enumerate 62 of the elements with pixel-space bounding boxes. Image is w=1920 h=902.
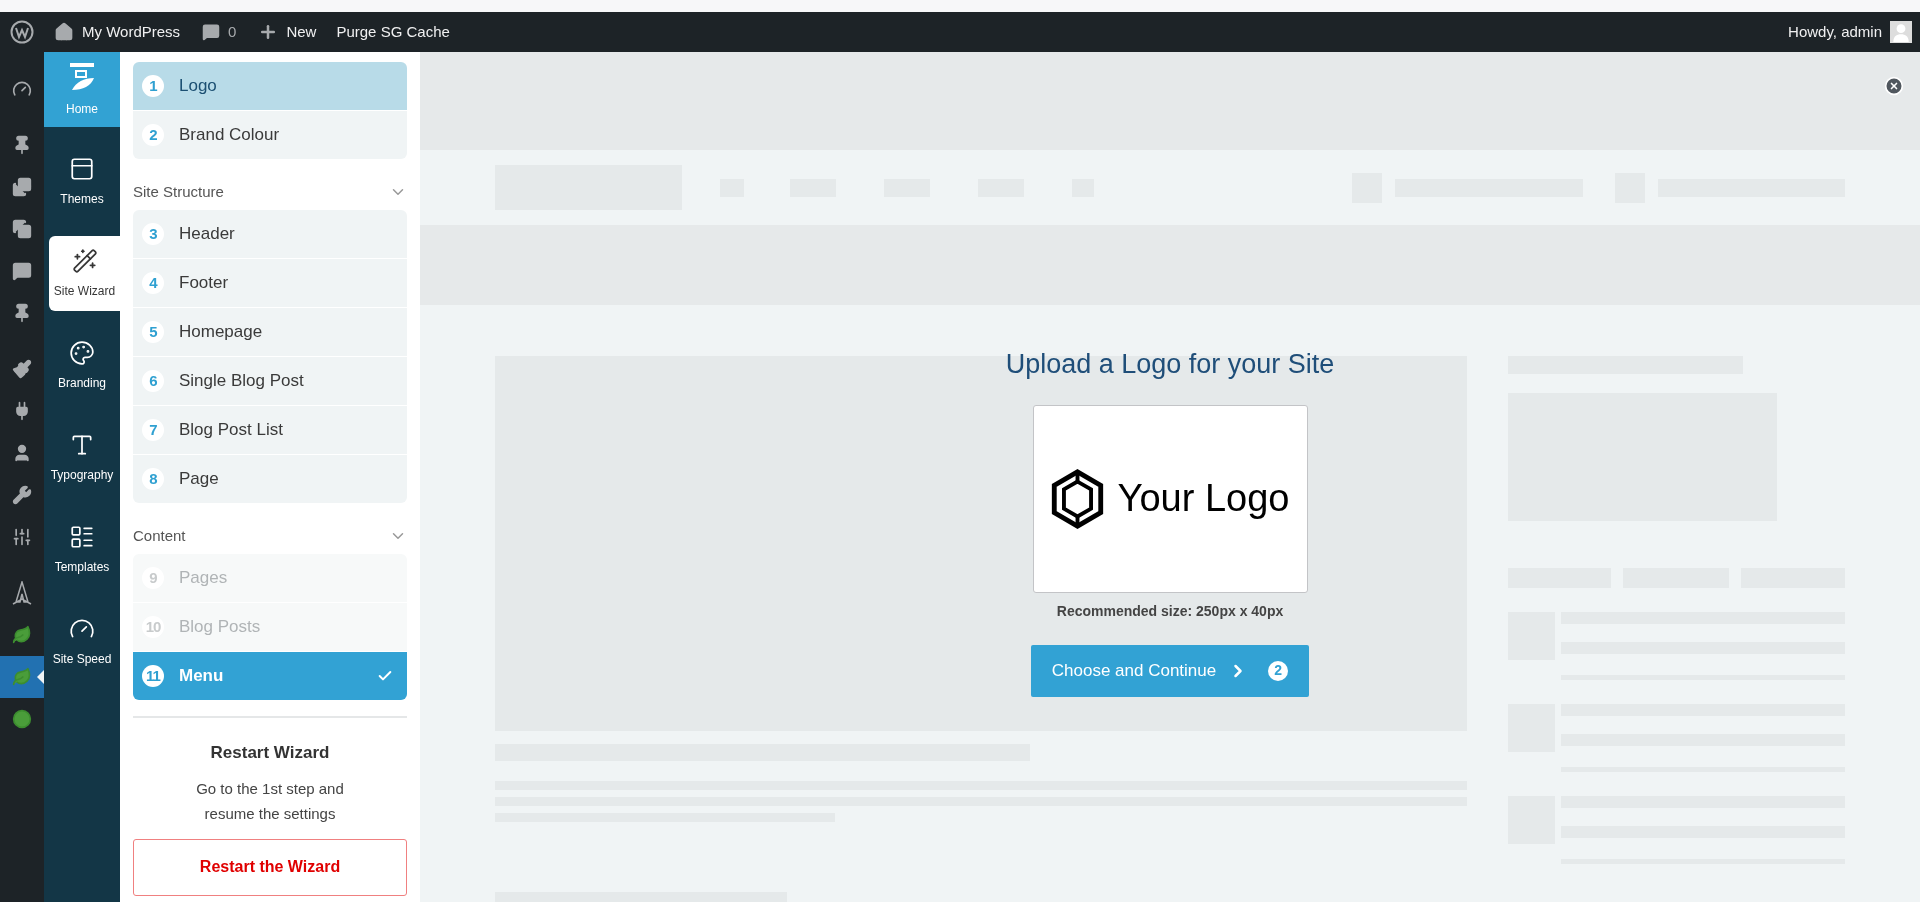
wizard-step[interactable]: 6 Single Blog Post bbox=[133, 357, 407, 405]
wordpress-logo-icon[interactable] bbox=[10, 20, 34, 44]
step-number: 5 bbox=[142, 321, 164, 343]
restart-title: Restart Wizard bbox=[210, 742, 330, 764]
hexagon-logo-icon bbox=[1050, 468, 1104, 529]
wizard-step[interactable]: 2 Brand Colour bbox=[133, 111, 407, 159]
upload-title: Upload a Logo for your Site bbox=[1005, 348, 1335, 381]
avatar-icon bbox=[1890, 21, 1912, 43]
wrench-icon bbox=[12, 485, 32, 505]
step-number: 6 bbox=[142, 370, 164, 392]
tree-icon bbox=[12, 581, 32, 605]
wizard-step[interactable]: 7 Blog Post List bbox=[133, 406, 407, 454]
site-link[interactable]: My WordPress bbox=[54, 20, 181, 44]
size-hint: Recommended size: 250px x 40px bbox=[1056, 601, 1284, 621]
magic-wand-icon bbox=[71, 247, 98, 274]
plugin-nav-item[interactable]: Site Wizard bbox=[49, 236, 120, 311]
wizard-step[interactable]: 3 Header bbox=[133, 210, 407, 258]
admin-menu-item[interactable] bbox=[0, 656, 44, 698]
media-icon bbox=[12, 177, 32, 197]
step-number: 2 bbox=[142, 124, 164, 146]
step-number: 3 bbox=[142, 223, 164, 245]
leaf-icon bbox=[12, 667, 32, 687]
wizard-step[interactable]: 4 Footer bbox=[133, 259, 407, 307]
home-icon bbox=[68, 61, 96, 92]
restart-description: Go to the 1st step and resume the settings bbox=[195, 778, 345, 824]
plugin-nav-item[interactable]: Site Speed bbox=[44, 604, 120, 679]
home-icon bbox=[54, 22, 74, 42]
logo-text: Your Logo bbox=[1117, 476, 1290, 521]
step-number: 8 bbox=[142, 468, 164, 490]
section-header[interactable]: Content bbox=[133, 518, 407, 554]
logo-preview[interactable]: Your Logo bbox=[1032, 404, 1308, 593]
comments-link[interactable]: 0 bbox=[202, 20, 237, 44]
step-number: 7 bbox=[142, 419, 164, 441]
template-icon bbox=[69, 523, 95, 550]
pages-icon bbox=[12, 219, 32, 239]
pin-icon bbox=[12, 303, 32, 323]
purge-cache-link[interactable]: Purge SG Cache bbox=[336, 20, 450, 44]
plugin-nav-item[interactable]: Branding bbox=[44, 328, 120, 403]
account-link[interactable]: Howdy, admin bbox=[1788, 20, 1912, 44]
section-header[interactable]: Site Structure bbox=[133, 174, 407, 210]
wizard-step[interactable]: 1 Logo bbox=[133, 62, 407, 110]
wizard-step[interactable]: 8 Page bbox=[133, 455, 407, 503]
user-icon bbox=[12, 443, 32, 463]
plugin-nav-item[interactable]: Templates bbox=[44, 512, 120, 587]
sliders-icon bbox=[12, 527, 32, 547]
step-number: 4 bbox=[142, 272, 164, 294]
step-number: 11 bbox=[142, 665, 164, 687]
new-link[interactable]: New bbox=[258, 20, 317, 44]
wizard-step[interactable]: 5 Homepage bbox=[133, 308, 407, 356]
comment-icon bbox=[12, 261, 32, 281]
plugin-nav-item[interactable]: Themes bbox=[44, 144, 120, 219]
pin-icon bbox=[12, 135, 32, 155]
restart-button[interactable]: Restart the Wizard bbox=[133, 838, 407, 896]
leaf-icon bbox=[12, 625, 32, 645]
comment-icon bbox=[202, 23, 221, 41]
step-number: 1 bbox=[142, 75, 164, 97]
brush-icon bbox=[12, 359, 32, 379]
close-icon[interactable] bbox=[1884, 76, 1904, 96]
gauge-icon bbox=[12, 79, 32, 99]
plugin-nav-item[interactable]: Typography bbox=[44, 420, 120, 495]
next-step-number: 2 bbox=[1268, 660, 1289, 681]
palette-icon bbox=[69, 339, 95, 366]
